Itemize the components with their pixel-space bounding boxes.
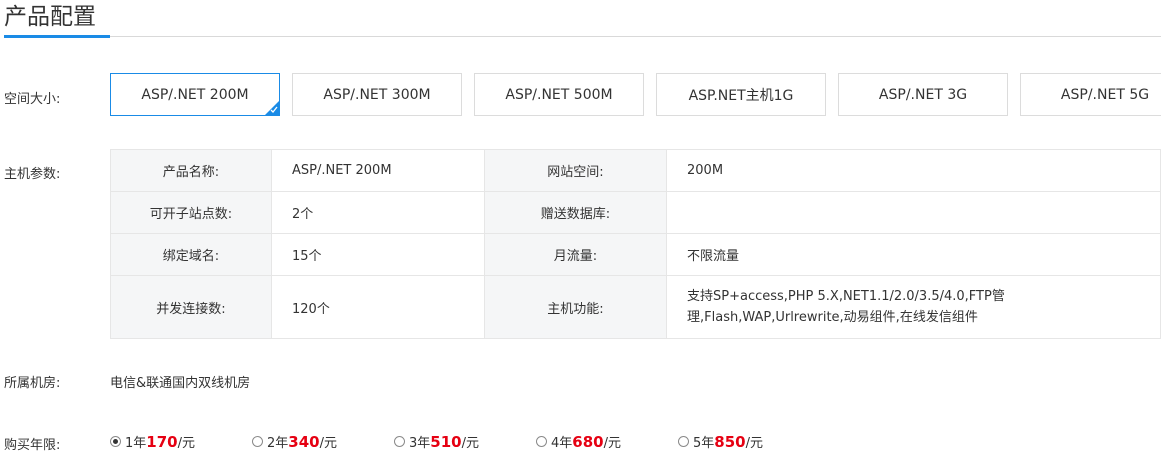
size-option-label: ASP/.NET 3G <box>878 86 968 103</box>
page-title: 产品配置 <box>4 4 96 30</box>
size-option-label: ASP/.NET 300M <box>323 86 431 103</box>
year-text: 4年 <box>551 436 573 451</box>
title-divider <box>4 36 1161 37</box>
size-option-label: ASP/.NET 5G <box>1060 86 1150 103</box>
radio-icon[interactable] <box>536 436 547 447</box>
param-key: 可开子站点数: <box>110 191 272 234</box>
table-row: 绑定域名: 15个 月流量: 不限流量 <box>110 233 1161 276</box>
price-value: 170 <box>146 432 178 451</box>
table-row: 可开子站点数: 2个 赠送数据库: <box>110 191 1161 234</box>
year-option-3[interactable]: 3年 510 /元 <box>394 432 479 451</box>
title-accent-bar <box>4 35 110 38</box>
param-key: 主机功能: <box>484 275 667 339</box>
price-unit: /元 <box>603 436 621 451</box>
price-unit: /元 <box>177 436 195 451</box>
size-option-label: ASP.NET主机1G <box>688 87 794 104</box>
price-value: 510 <box>430 432 462 451</box>
radio-icon[interactable] <box>678 436 689 447</box>
param-value: 支持SP+access,PHP 5.X,NET1.1/2.0/3.5/4.0,F… <box>666 275 1161 339</box>
param-value: 200M <box>666 149 1161 192</box>
size-option-5g[interactable]: ASP/.NET 5G <box>1020 73 1161 116</box>
year-option-1[interactable]: 1年 170 /元 <box>110 432 195 451</box>
price-value: 680 <box>572 432 604 451</box>
params-label: 主机参数: <box>4 167 61 182</box>
year-option-4[interactable]: 4年 680 /元 <box>536 432 621 451</box>
param-key: 产品名称: <box>110 149 272 192</box>
price-value: 340 <box>288 432 320 451</box>
year-text: 3年 <box>409 436 431 451</box>
price-unit: /元 <box>461 436 479 451</box>
radio-icon[interactable] <box>252 436 263 447</box>
years-label: 购买年限: <box>4 438 61 453</box>
params-table: 产品名称: ASP/.NET 200M 网站空间: 200M 可开子站点数: 2… <box>110 149 1161 339</box>
param-key: 赠送数据库: <box>484 191 667 234</box>
table-row: 并发连接数: 120个 主机功能: 支持SP+access,PHP 5.X,NE… <box>110 275 1161 339</box>
param-value: 不限流量 <box>666 233 1161 276</box>
size-option-500m[interactable]: ASP/.NET 500M <box>474 73 644 116</box>
check-icon <box>270 106 278 113</box>
size-option-3g[interactable]: ASP/.NET 3G <box>838 73 1008 116</box>
table-row: 产品名称: ASP/.NET 200M 网站空间: 200M <box>110 149 1161 192</box>
param-value: 120个 <box>271 275 485 339</box>
year-text: 1年 <box>125 436 147 451</box>
param-key: 绑定域名: <box>110 233 272 276</box>
size-option-300m[interactable]: ASP/.NET 300M <box>292 73 462 116</box>
size-label: 空间大小: <box>4 92 61 107</box>
param-value: ASP/.NET 200M <box>271 149 485 192</box>
radio-checked-icon[interactable] <box>110 436 121 447</box>
year-option-5[interactable]: 5年 850 /元 <box>678 432 763 451</box>
size-option-1g[interactable]: ASP.NET主机1G <box>656 73 826 116</box>
param-value: 2个 <box>271 191 485 234</box>
price-unit: /元 <box>745 436 763 451</box>
year-option-2[interactable]: 2年 340 /元 <box>252 432 337 451</box>
year-text: 2年 <box>267 436 289 451</box>
param-value: 15个 <box>271 233 485 276</box>
year-text: 5年 <box>693 436 715 451</box>
size-option-label: ASP/.NET 500M <box>505 86 613 103</box>
room-value: 电信&联通国内双线机房 <box>110 376 251 391</box>
room-label: 所属机房: <box>4 376 61 391</box>
param-key: 网站空间: <box>484 149 667 192</box>
size-option-label: ASP/.NET 200M <box>141 86 249 103</box>
param-key: 月流量: <box>484 233 667 276</box>
radio-icon[interactable] <box>394 436 405 447</box>
price-unit: /元 <box>319 436 337 451</box>
param-key: 并发连接数: <box>110 275 272 339</box>
size-option-200m[interactable]: ASP/.NET 200M <box>110 73 280 116</box>
param-value <box>666 191 1161 234</box>
price-value: 850 <box>714 432 746 451</box>
